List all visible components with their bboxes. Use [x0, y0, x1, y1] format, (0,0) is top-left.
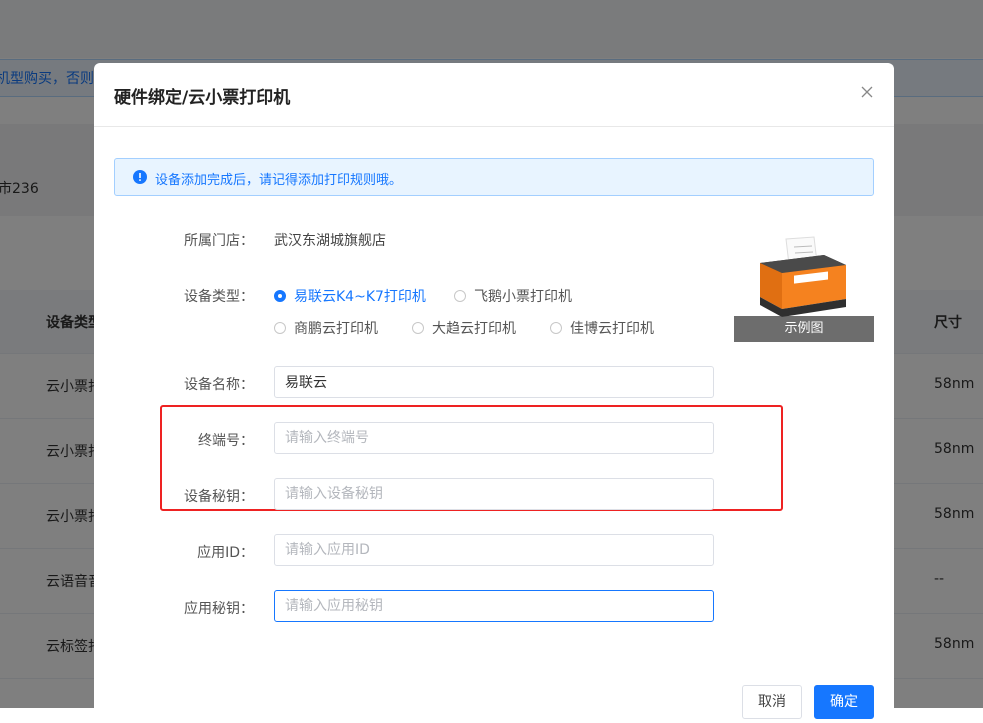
confirm-button[interactable]: 确定: [814, 685, 874, 719]
device-secret-label: 设备秘钥：: [184, 489, 254, 505]
info-alert: 设备添加完成后，请记得添加打印规则哦。: [114, 158, 874, 196]
bind-printer-dialog: 硬件绑定/云小票打印机 设备添加完成后，请记得添加打印规则哦。 所属门店： 武汉…: [94, 63, 894, 723]
radio-yilianyun[interactable]: 易联云K4~K7打印机: [274, 286, 426, 306]
radio-dot-icon: [412, 322, 424, 334]
radio-label: 佳博云打印机: [570, 321, 654, 337]
radio-label: 大趋云打印机: [432, 321, 516, 337]
device-type-label: 设备类型：: [184, 289, 254, 305]
app-secret-label: 应用秘钥：: [184, 601, 254, 617]
alert-text: 设备添加完成后，请记得添加打印规则哦。: [155, 173, 403, 188]
device-secret-input[interactable]: [274, 478, 714, 510]
store-label: 所属门店：: [184, 233, 254, 249]
radio-jiabo[interactable]: 佳博云打印机: [550, 318, 654, 338]
device-name-input[interactable]: [274, 366, 714, 398]
printer-example-image: 示例图: [734, 235, 874, 342]
app-secret-input[interactable]: [274, 590, 714, 622]
radio-label: 易联云K4~K7打印机: [294, 289, 426, 305]
radio-label: 商鹏云打印机: [294, 321, 378, 337]
radio-dot-icon: [454, 290, 466, 302]
dialog-title: 硬件绑定/云小票打印机: [114, 88, 291, 108]
dialog-header: 硬件绑定/云小票打印机: [94, 63, 894, 127]
radio-label: 飞鹅小票打印机: [474, 289, 572, 305]
app-id-input[interactable]: [274, 534, 714, 566]
radio-shangpeng[interactable]: 商鹏云打印机: [274, 318, 378, 338]
terminal-label: 终端号：: [198, 433, 254, 449]
radio-feie[interactable]: 飞鹅小票打印机: [454, 286, 572, 306]
info-icon: [133, 170, 147, 184]
example-image-caption: 示例图: [734, 316, 874, 342]
radio-dot-icon: [550, 322, 562, 334]
close-icon[interactable]: [858, 83, 876, 101]
terminal-input[interactable]: [274, 422, 714, 454]
radio-dot-icon: [274, 322, 286, 334]
cancel-button[interactable]: 取消: [742, 685, 802, 719]
radio-dot-icon: [274, 290, 286, 302]
device-name-label: 设备名称：: [184, 377, 254, 393]
app-id-label: 应用ID：: [197, 545, 254, 561]
store-value: 武汉东湖城旗舰店: [274, 233, 386, 249]
radio-daqu[interactable]: 大趋云打印机: [412, 318, 516, 338]
